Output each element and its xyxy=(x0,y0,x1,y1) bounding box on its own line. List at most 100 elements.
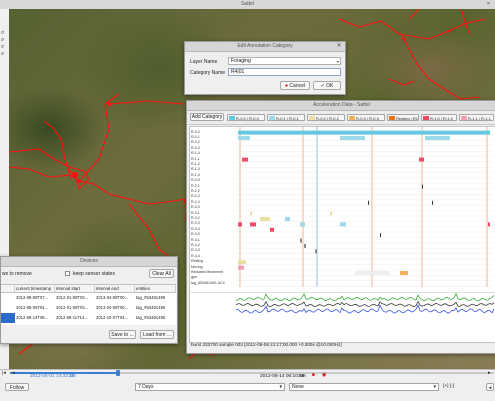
annotation-segment xyxy=(425,136,450,140)
ok-button-label: OK xyxy=(326,83,334,89)
zoom-buttons[interactable]: [+] [-] xyxy=(443,384,454,389)
annotation-segment xyxy=(242,157,248,162)
category-chip-label: R-0,0 | R-0,0 xyxy=(236,116,259,121)
clear-all-button[interactable]: Clear All xyxy=(149,269,174,278)
zoom-tool-icon-4[interactable]: ⌕ xyxy=(1,51,7,57)
close-icon[interactable]: ✕ xyxy=(335,42,343,51)
zoom-tool-icon-3[interactable]: ⌕ xyxy=(1,44,7,50)
chevron-down-icon: ▾ xyxy=(279,384,282,390)
category-chip[interactable]: R-1,0 | R-1,0 xyxy=(421,114,457,121)
category-toolbar: Add Category R-0,0 | R-0,0 R-0,1 | R-0,1… xyxy=(187,111,495,125)
add-category-button[interactable]: Add Category xyxy=(190,113,224,121)
row-label: R-0,2 xyxy=(191,140,200,145)
row-label: R-1,2 xyxy=(191,161,200,166)
more-button[interactable]: ◂ xyxy=(486,383,494,391)
category-chip[interactable]: R-0,3 | R-0,3 xyxy=(347,114,385,121)
category-chip[interactable]: R-0,1 | R-0,1 xyxy=(267,114,305,121)
annotation-tick xyxy=(432,200,433,205)
category-chip[interactable]: R-1,1 | R-1,1 xyxy=(459,114,494,121)
row-label: R-1,1 xyxy=(191,156,200,161)
table-cell: 2012-08-08T07... xyxy=(16,295,49,300)
acceleration-signal-line xyxy=(235,300,495,307)
category-name-input[interactable]: R4|01 xyxy=(228,68,341,76)
row-label: R-3,0 xyxy=(191,205,200,210)
table-row[interactable]: 2012-08-05T04... 2012-01-08T03... 2013-0… xyxy=(1,303,176,313)
layer-select[interactable]: None ▾ xyxy=(289,383,439,391)
row-label: R-3,3 xyxy=(191,221,200,226)
annotation-segment xyxy=(238,130,490,135)
sample-status-text: burst 333700 sample 003 [2012-08-08 21:1… xyxy=(191,342,342,347)
table-row[interactable]: 2012-08-08T07... 2012-01-08T03... 2013-0… xyxy=(1,293,176,303)
table-cell: 2012-01-08T03... xyxy=(56,295,89,300)
row-label: R-3,1 xyxy=(191,210,200,215)
color-swatch xyxy=(269,116,275,120)
table-cell: tag_#53461490 xyxy=(136,295,166,300)
annotation-segment xyxy=(419,157,424,162)
column-header[interactable]: current timestamp xyxy=(15,285,55,293)
annotation-segment xyxy=(300,222,305,227)
main-close-icon[interactable]: ✕ xyxy=(485,1,492,8)
play-back-icon[interactable]: ◂ xyxy=(12,371,14,376)
current-time-value: 2012-08-14 06:10:59 xyxy=(260,374,305,379)
annotation-segment xyxy=(270,227,274,232)
devices-table[interactable]: current timestamp interval start interva… xyxy=(1,284,176,325)
keep-sensor-checkbox[interactable] xyxy=(65,271,70,276)
acceleration-signal-line xyxy=(235,304,495,314)
color-swatch xyxy=(229,116,235,120)
save-to-label: Save to ... xyxy=(111,332,134,338)
row-marker xyxy=(1,293,15,303)
load-from-label: Load from ... xyxy=(142,332,172,338)
table-cell: 2012-08-11T14... xyxy=(56,315,88,320)
category-chip-label: Resting | R1 xyxy=(396,116,418,121)
save-to-button[interactable]: Save to ... xyxy=(109,330,136,339)
category-name-value: R4|01 xyxy=(231,69,245,75)
annotation-segment xyxy=(250,222,256,227)
zoom-tool-icon-1[interactable]: ⌕ xyxy=(1,30,7,36)
row-marker xyxy=(1,303,15,313)
time-slider-handle[interactable] xyxy=(116,370,120,376)
category-chip[interactable]: R-0,0 | R-0,0 xyxy=(227,114,265,121)
annotation-segment xyxy=(250,211,252,216)
ok-icon: ✓ xyxy=(320,83,325,89)
signal-divider xyxy=(190,292,495,293)
column-header[interactable]: interval end xyxy=(95,285,135,293)
table-row[interactable]: 2012-08-14T06... 2012-08-11T14... 2012-1… xyxy=(1,313,176,323)
zoom-tool-icon-2[interactable]: ⌕ xyxy=(1,37,7,43)
category-chip[interactable]: Resting | R1 xyxy=(387,114,419,121)
follow-button[interactable]: Follow xyxy=(5,383,29,391)
stop-icon[interactable]: ◉ xyxy=(322,373,326,378)
annotation-segment xyxy=(330,211,332,216)
row-label: R-0,3 xyxy=(191,145,200,150)
row-label: tag_#53461490: ACC xyxy=(191,280,226,285)
load-from-button[interactable]: Load from ... xyxy=(140,330,174,339)
color-swatch xyxy=(349,116,355,120)
category-chip[interactable]: R-0,2 | R-0,2 xyxy=(307,114,345,121)
annotation-timeline-area[interactable]: R-0,0 R-0,1 R-0,2 R-0,3 R-1,0 R-1,1 R-1,2 R-1,3… xyxy=(189,126,495,343)
column-header[interactable]: entities xyxy=(135,285,176,293)
left-time-suffix: am xyxy=(69,374,76,379)
timeline-panel: |◂ ◂ 2012-08-01 14:32:26 am 2012-08-14 0… xyxy=(0,369,495,401)
record-icon[interactable]: ■ xyxy=(312,373,315,378)
row-label: Resting xyxy=(191,259,204,264)
annotation-segment xyxy=(260,217,270,221)
annotation-segment xyxy=(315,249,317,254)
devices-title: Devices xyxy=(1,257,177,267)
row-label: R-4,1 xyxy=(191,237,200,242)
edit-category-title: Edit Annotation Category ✕ xyxy=(185,42,345,52)
category-chip-label: R-0,1 | R-0,1 xyxy=(276,116,299,121)
row-label: gps xyxy=(191,275,197,280)
days-select[interactable]: 7 Days ▾ xyxy=(135,383,285,391)
step-forward-icon[interactable]: ▸ xyxy=(488,371,490,376)
annotation-tick xyxy=(380,233,381,238)
layer-name-combo[interactable]: Foraging ▾ xyxy=(228,57,341,65)
ok-button[interactable]: ✓ OK xyxy=(313,81,341,90)
row-label: Reduced Movement xyxy=(191,269,224,274)
row-label: R-1,0 xyxy=(191,151,200,156)
edit-category-title-text: Edit Annotation Category xyxy=(237,43,293,49)
column-header[interactable] xyxy=(1,285,15,293)
step-back-icon[interactable]: |◂ xyxy=(2,371,6,376)
rows-to-remove-label: ws to remove xyxy=(2,271,32,277)
color-swatch xyxy=(389,116,395,120)
column-header[interactable]: interval start xyxy=(55,285,95,293)
cancel-button[interactable]: ● Cancel xyxy=(280,81,310,90)
